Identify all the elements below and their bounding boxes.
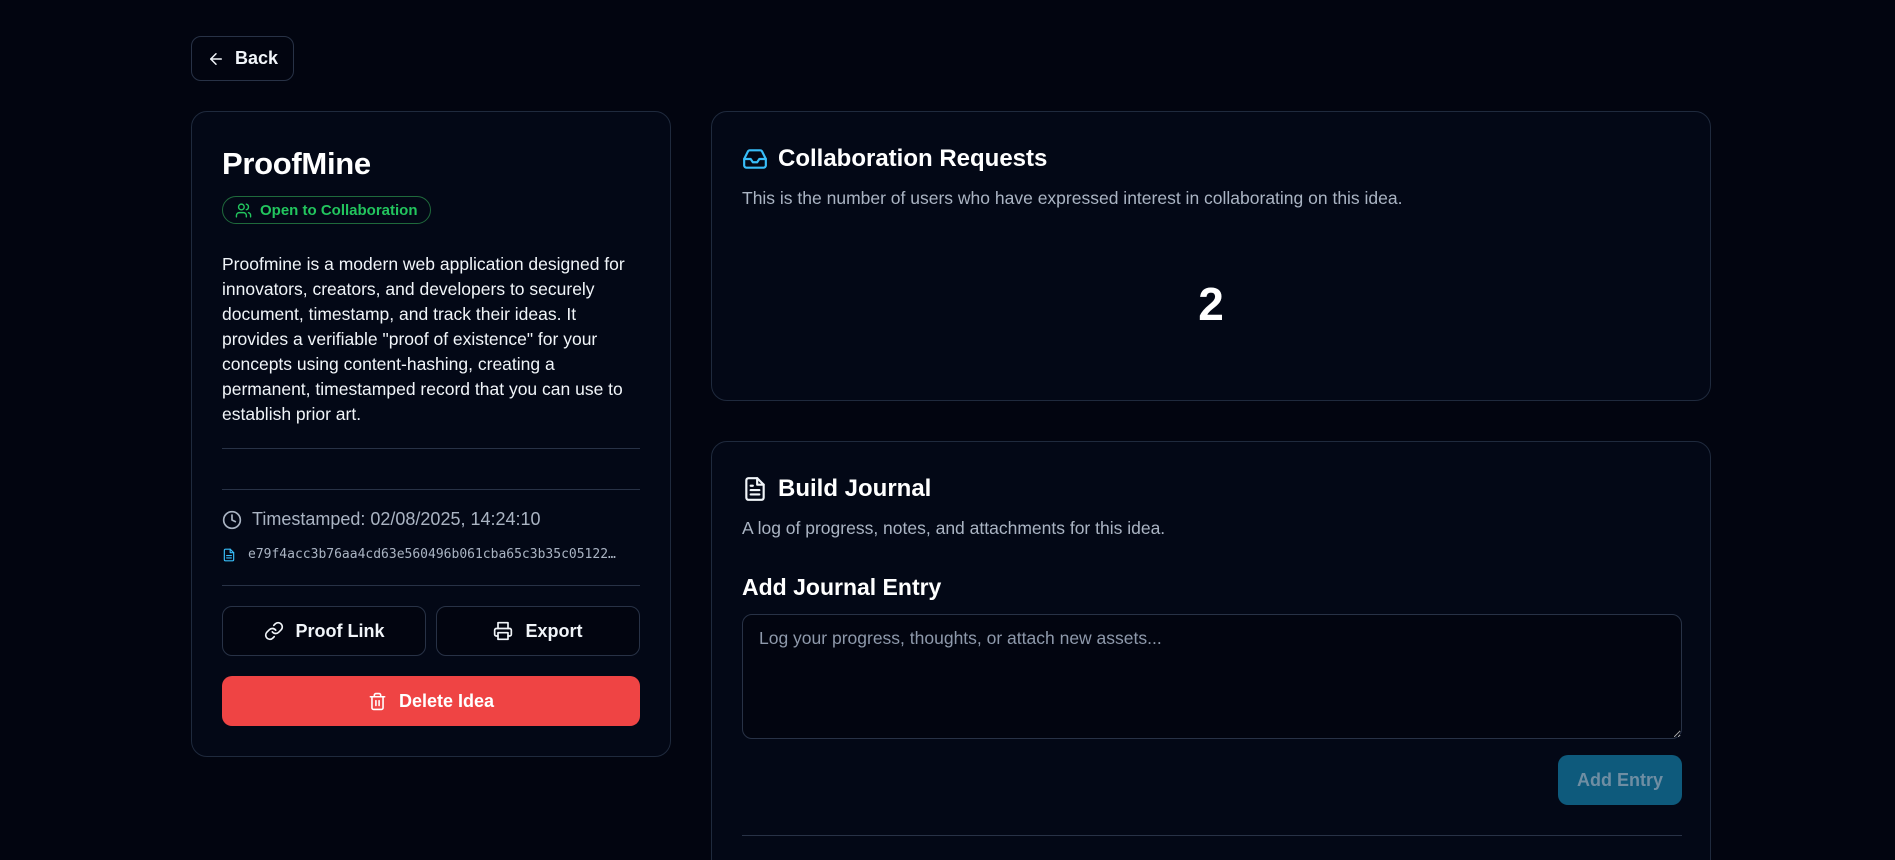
build-journal-card: Build Journal A log of progress, notes, …	[711, 441, 1711, 860]
back-label: Back	[234, 48, 279, 68]
idea-title: ProofMine	[222, 146, 371, 181]
journal-title: Build Journal	[778, 475, 932, 502]
add-entry-button[interactable]: Add Entry	[1558, 755, 1682, 805]
status-badge: Open to Collaboration	[222, 196, 431, 224]
divider	[222, 585, 640, 586]
collaboration-header: Collaboration Requests	[742, 145, 1047, 173]
delete-idea-label: Delete Idea	[398, 690, 495, 711]
idea-detail-page: Back ProofMine Open to Collaboration Pro…	[0, 0, 1895, 860]
file-text-icon	[223, 548, 235, 561]
collaboration-requests-card: Collaboration Requests This is the numbe…	[711, 111, 1711, 401]
back-button[interactable]: Back	[191, 36, 294, 81]
status-badge-label: Open to Collaboration	[260, 201, 418, 219]
journal-entry-input[interactable]	[742, 614, 1682, 739]
link-icon	[264, 621, 283, 641]
trash-icon	[369, 692, 386, 710]
collaboration-subtitle: This is the number of users who have exp…	[742, 188, 1403, 208]
idea-description: Proofmine is a modern web application de…	[222, 254, 625, 424]
proof-link-button[interactable]: Proof Link	[222, 606, 426, 656]
divider	[222, 448, 640, 449]
collaboration-count: 2	[1198, 278, 1224, 330]
divider	[222, 489, 640, 490]
timestamp-text: Timestamped: 02/08/2025, 14:24:10	[252, 509, 541, 529]
clock-icon	[222, 510, 242, 529]
arrow-left-icon	[209, 52, 222, 65]
users-icon	[235, 202, 252, 218]
delete-idea-button[interactable]: Delete Idea	[222, 676, 640, 726]
inbox-icon	[743, 149, 767, 169]
content-hash: e79f4acc3b76aa4cd63e560496b061cba65c3b35…	[248, 547, 616, 562]
journal-header: Build Journal	[742, 475, 931, 503]
journal-subtitle: A log of progress, notes, and attachment…	[742, 518, 1166, 538]
printer-icon	[494, 621, 513, 641]
timestamp-row: Timestamped: 02/08/2025, 14:24:10	[222, 509, 541, 530]
collaboration-title: Collaboration Requests	[778, 145, 1048, 172]
proof-link-label: Proof Link	[295, 620, 385, 641]
add-journal-entry-heading: Add Journal Entry	[742, 574, 942, 600]
file-text-icon	[745, 477, 765, 501]
hash-row: e79f4acc3b76aa4cd63e560496b061cba65c3b35…	[222, 547, 642, 562]
export-button[interactable]: Export	[436, 606, 640, 656]
idea-summary-card: ProofMine Open to Collaboration Proofmin…	[191, 111, 671, 757]
divider	[742, 835, 1682, 836]
export-label: Export	[525, 620, 583, 641]
